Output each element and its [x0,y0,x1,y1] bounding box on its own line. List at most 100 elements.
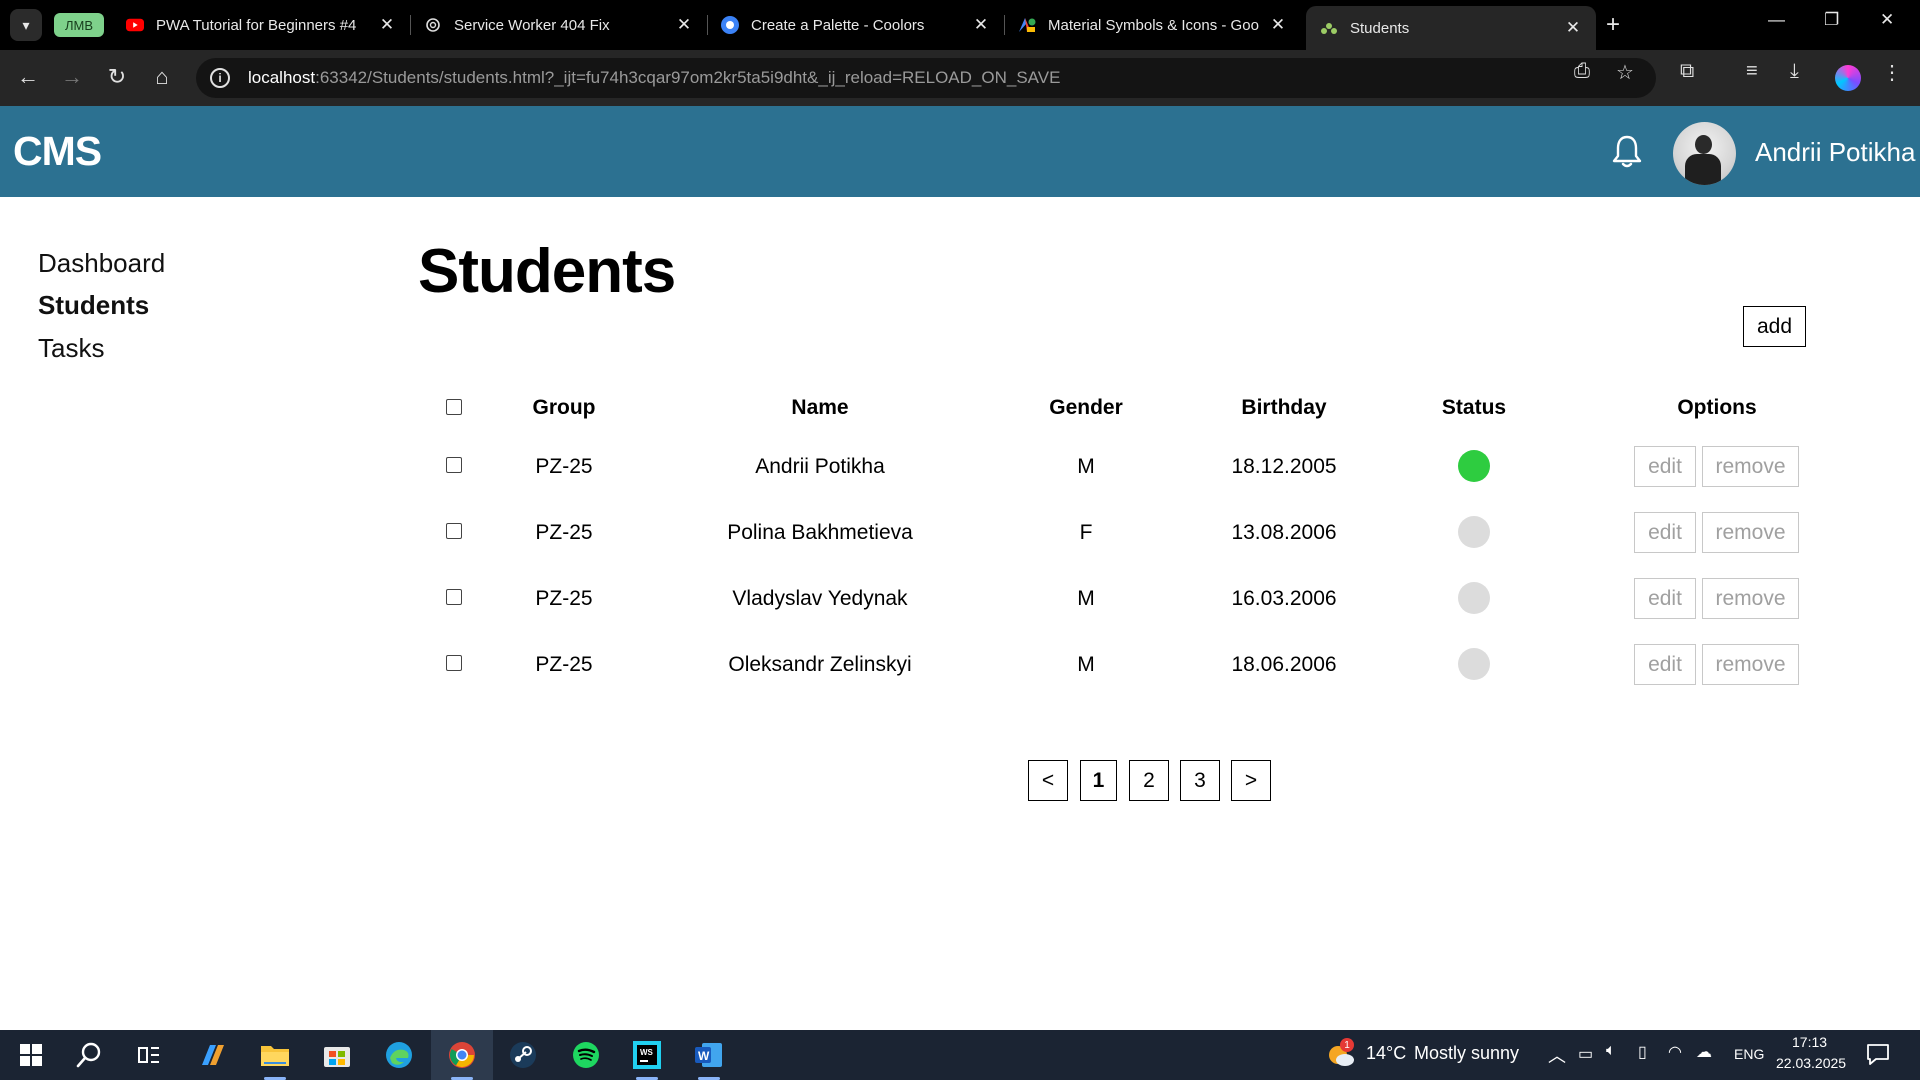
cell-gender: M [1077,653,1095,676]
windows-start-icon[interactable] [0,1030,62,1080]
download-icon[interactable]: ⤓ [1790,60,1799,83]
new-tab-button[interactable]: + [1606,12,1620,38]
tab-material-symbols[interactable]: Material Symbols & Icons - Goo ✕ [1004,8,1301,42]
tab-service-worker[interactable]: Service Worker 404 Fix ✕ [410,8,707,42]
close-icon[interactable]: ✕ [675,15,693,35]
user-avatar[interactable] [1673,122,1736,185]
notifications-icon[interactable] [1866,1043,1890,1065]
page-button-3[interactable]: 3 [1180,760,1220,801]
sidebar-item-students[interactable]: Students [38,290,149,321]
cell-group: PZ-25 [535,455,593,478]
microsoft-store-icon[interactable] [306,1030,368,1080]
battery-icon[interactable]: ▭ [1578,1044,1593,1064]
edit-button[interactable]: edit [1634,644,1696,685]
cell-birthday: 13.08.2006 [1231,521,1337,544]
cell-gender: M [1077,587,1095,610]
page-button-1[interactable]: 1 [1080,760,1117,801]
language-indicator[interactable]: ENG [1734,1046,1764,1062]
user-name[interactable]: Andrii Potikha [1755,137,1915,168]
remove-button[interactable]: remove [1702,512,1799,553]
remove-button[interactable]: remove [1702,644,1799,685]
edit-button[interactable]: edit [1634,578,1696,619]
openai-icon [424,16,442,34]
bookmark-star-icon[interactable]: ☆ [1616,60,1634,85]
row-checkbox[interactable] [446,655,462,671]
sidebar-item-dashboard[interactable]: Dashboard [38,248,165,279]
back-icon[interactable]: ← [14,64,42,90]
next-page-button[interactable]: > [1231,760,1271,801]
wifi-icon[interactable]: ◠ [1668,1042,1682,1062]
weather-description[interactable]: Mostly sunny [1414,1043,1519,1064]
media-controls-icon[interactable]: ≡ [1746,60,1758,83]
spotify-icon[interactable] [555,1030,617,1080]
chrome-icon[interactable] [431,1030,493,1080]
row-checkbox[interactable] [446,523,462,539]
tab-search-button[interactable]: ▾ [10,9,42,41]
select-all-checkbox[interactable] [446,399,462,415]
close-icon[interactable]: ✕ [972,15,990,35]
tab-students[interactable]: Students ✕ [1306,6,1596,50]
prev-page-button[interactable]: < [1028,760,1068,801]
close-icon[interactable]: ✕ [1564,18,1582,38]
minimize-icon[interactable]: — [1768,10,1785,30]
extensions-icon[interactable]: ⧉ [1680,60,1694,83]
add-student-button[interactable]: add [1743,306,1806,347]
phone-link-icon[interactable]: ▯ [1638,1042,1647,1062]
chevron-up-icon[interactable]: ︿ [1548,1042,1566,1068]
url-path: :63342/Students/students.html?_ijt=fu74h… [315,68,1061,87]
status-indicator [1458,582,1490,614]
avatar-head [1695,135,1712,154]
close-icon[interactable]: ✕ [1269,15,1287,35]
volume-icon[interactable]: 🔈︎ [1606,1042,1616,1060]
restore-icon[interactable]: ❐ [1824,10,1839,30]
cell-gender: M [1077,455,1095,478]
edit-button[interactable]: edit [1634,446,1696,487]
window-close-icon[interactable]: ✕ [1880,10,1894,30]
weather-temperature[interactable]: 14°C [1366,1043,1406,1064]
search-icon[interactable] [58,1030,120,1080]
browser-menu-icon[interactable]: ⋮ [1882,60,1902,85]
app-logo-title[interactable]: CMS [13,128,102,175]
tab-pwa-tutorial[interactable]: PWA Tutorial for Beginners #4 ✕ [112,8,410,42]
sidebar-item-tasks[interactable]: Tasks [38,333,104,364]
status-indicator [1458,450,1490,482]
remove-button[interactable]: remove [1702,446,1799,487]
weather-icon[interactable]: 1 [1326,1038,1356,1070]
edit-button[interactable]: edit [1634,512,1696,553]
home-icon[interactable]: ⌂ [148,64,176,90]
reload-icon[interactable]: ↻ [103,64,131,90]
youtube-icon [126,16,144,34]
remove-button[interactable]: remove [1702,578,1799,619]
site-info-icon[interactable]: i [210,68,230,88]
clock-date[interactable]: 22.03.2025 [1776,1055,1846,1071]
row-checkbox[interactable] [446,457,462,473]
steam-icon[interactable] [492,1030,554,1080]
profile-avatar-icon[interactable] [1835,65,1861,91]
cell-name: Vladyslav Yedynak [732,587,908,610]
cell-name: Polina Bakhmetieva [727,521,913,544]
svg-text:WS: WS [640,1048,654,1057]
page-title: Students [418,237,676,306]
column-header-options: Options [1677,396,1757,419]
tab-coolors[interactable]: Create a Palette - Coolors ✕ [707,8,1004,42]
status-indicator [1458,516,1490,548]
install-app-icon[interactable]: ⎙ [1574,60,1590,83]
onedrive-icon[interactable]: ☁︎ [1696,1042,1712,1062]
tab-group-chip[interactable]: ЛМВ [54,13,104,37]
word-icon[interactable]: W [678,1030,740,1080]
row-checkbox[interactable] [446,589,462,605]
address-bar[interactable]: i localhost:63342/Students/students.html… [196,58,1656,98]
copilot-icon[interactable] [182,1030,244,1080]
cell-gender: F [1079,521,1093,544]
file-explorer-icon[interactable] [244,1030,306,1080]
windows-taskbar: WS W 1 14°C Mostly sunny ︿ ▭ 🔈︎ ▯ ◠ ☁︎ E… [0,1030,1920,1080]
task-view-icon[interactable] [118,1030,180,1080]
webstorm-icon[interactable]: WS [616,1030,678,1080]
close-icon[interactable]: ✕ [378,15,396,35]
forward-icon[interactable]: → [58,64,86,90]
cell-birthday: 16.03.2006 [1231,587,1337,610]
edge-icon[interactable] [368,1030,430,1080]
notification-bell-icon[interactable] [1610,133,1644,169]
clock-time[interactable]: 17:13 [1792,1034,1827,1050]
page-button-2[interactable]: 2 [1129,760,1169,801]
